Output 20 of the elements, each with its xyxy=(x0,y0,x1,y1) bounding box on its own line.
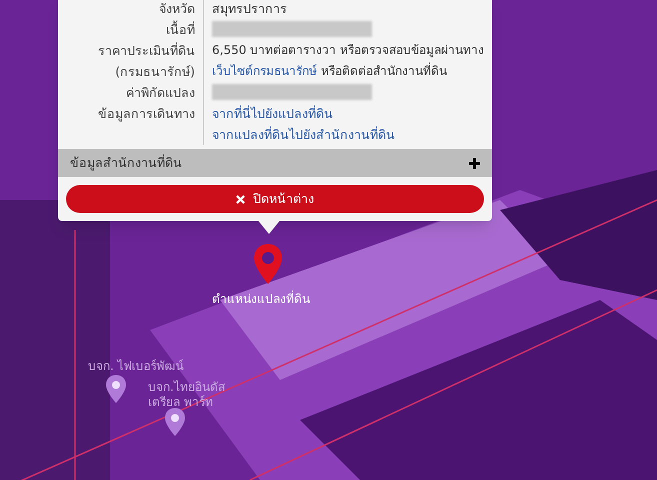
place-label: บจก. ไฟเบอร์พัฒน์ xyxy=(88,358,184,375)
section-title: ข้อมูลสำนักงานที่ดิน xyxy=(70,154,182,172)
field-label: จังหวัด xyxy=(158,0,195,18)
directions-link[interactable]: จากที่นี่ไปยังแปลงที่ดิน xyxy=(212,106,333,121)
field-label: เนื้อที่ xyxy=(165,20,195,39)
pin-label: ตำแหน่งแปลงที่ดิน xyxy=(212,290,310,308)
field-label: ค่าพิกัดแปลง xyxy=(125,84,195,102)
field-label: (กรมธนารักษ์) xyxy=(114,63,195,81)
directions-link[interactable]: จากแปลงที่ดินไปยังสำนักงานที่ดิน xyxy=(212,127,395,142)
field-value: สมุทรปราการ xyxy=(212,1,287,16)
place-marker-icon xyxy=(105,375,127,403)
field-label: ข้อมูลการเดินทาง xyxy=(97,105,195,124)
field-label: ราคาประเมินที่ดิน xyxy=(97,41,195,60)
section-header[interactable]: ข้อมูลสำนักงานที่ดิน xyxy=(58,149,492,177)
map-pin-icon xyxy=(253,244,283,284)
close-button[interactable]: ปิดหน้าต่าง xyxy=(66,185,484,213)
price-text: 6,550 บาทต่อตารางวา หรือตรวจสอบข้อมูลผ่านทาง เว็บไซต์กรมธนารักษ์ หรือติดต่อสำนักงานที่ดิน xyxy=(212,42,484,80)
treasury-link[interactable]: เว็บไซต์กรมธนารักษ์ xyxy=(212,64,317,78)
close-icon xyxy=(236,194,245,204)
place-marker-icon xyxy=(164,408,186,436)
